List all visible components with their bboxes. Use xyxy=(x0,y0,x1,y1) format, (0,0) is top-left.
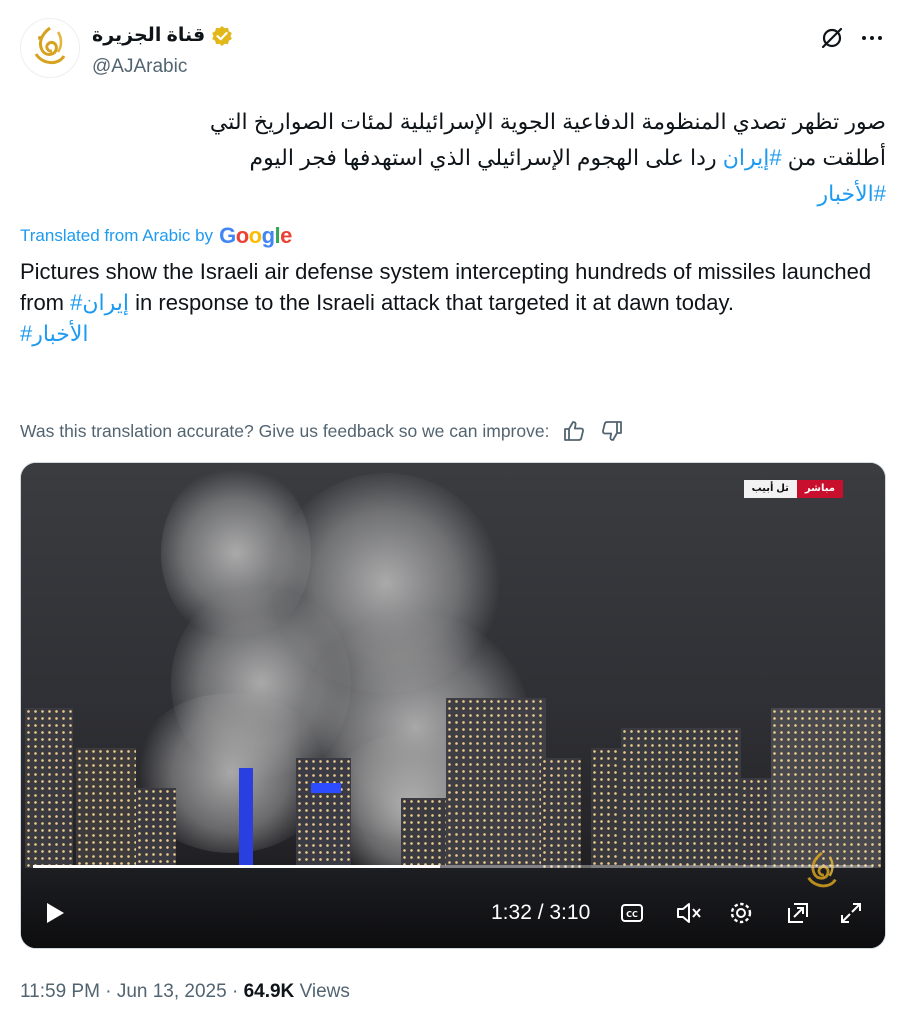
hashtag-link[interactable]: #إيران xyxy=(70,290,129,315)
live-label: مباشر xyxy=(796,480,843,498)
thumbs-down-icon[interactable] xyxy=(599,418,625,444)
video-controls: 1:32 / 3:10 CC xyxy=(21,894,885,932)
hashtag-link[interactable]: #الأخبار xyxy=(818,181,886,206)
building xyxy=(25,708,73,878)
verified-badge-icon xyxy=(212,25,232,46)
tweet-meta: 11:59 PM · Jun 13, 2025 · 64.9K Views xyxy=(20,981,350,1003)
tweet-text-arabic: صور تظهر تصدي المنظومة الدفاعية الجوية ا… xyxy=(26,104,886,212)
tweet-line-1: صور تظهر تصدي المنظومة الدفاعية الجوية ا… xyxy=(209,109,886,134)
tweet-text-segment: أطلقت من xyxy=(781,145,886,170)
account-handle[interactable]: @AJArabic xyxy=(92,56,187,78)
tweet-date[interactable]: Jun 13, 2025 xyxy=(117,981,227,1002)
al-jazeera-logo-icon xyxy=(34,26,66,64)
separator-dot: · xyxy=(231,981,244,1002)
tweet-text-segment: ردا على الهجوم الإسرائيلي الذي استهدفها … xyxy=(249,145,723,170)
video-progress-bar[interactable] xyxy=(33,865,873,868)
more-icon[interactable] xyxy=(858,24,886,52)
volume-muted-icon[interactable] xyxy=(671,896,705,930)
building xyxy=(239,768,253,878)
translation-attribution: Translated from Arabic by Google xyxy=(20,223,292,249)
tweet-line-2: أطلقت من #إيران ردا على الهجوم الإسرائيل… xyxy=(26,140,886,176)
hashtag-link[interactable]: #إيران xyxy=(723,145,782,170)
translation-label: Translated from Arabic by xyxy=(20,226,214,245)
al-jazeera-watermark-icon xyxy=(807,851,837,888)
grok-icon[interactable] xyxy=(818,24,846,52)
location-label: تل أبيب xyxy=(743,480,797,498)
translated-segment: in response to the Israeli attack that t… xyxy=(129,290,734,315)
live-badge: مباشر تل أبيب xyxy=(743,480,843,498)
account-name-row: قناة الجزيرة xyxy=(92,24,233,47)
building-light xyxy=(311,783,341,793)
video-time: 1:32 / 3:10 xyxy=(491,901,591,924)
video-progress-fill xyxy=(33,865,440,868)
svg-text:CC: CC xyxy=(626,910,638,919)
building xyxy=(621,728,741,878)
video-player[interactable]: مباشر تل أبيب 1:32 / 3:10 CC xyxy=(20,462,886,949)
thumbs-up-icon[interactable] xyxy=(561,418,587,444)
views-count: 64.9K xyxy=(243,981,295,1002)
translation-feedback: Was this translation accurate? Give us f… xyxy=(20,418,625,444)
building xyxy=(741,778,771,878)
tweet-line-3: #الأخبار xyxy=(26,176,886,212)
captions-icon[interactable]: CC xyxy=(615,896,649,930)
settings-icon[interactable] xyxy=(724,896,758,930)
picture-in-picture-icon[interactable] xyxy=(781,896,815,930)
translated-paragraph: Pictures show the Israeli air defense sy… xyxy=(20,256,890,318)
google-logo: Google xyxy=(219,223,292,248)
building xyxy=(541,758,581,878)
feedback-prompt: Was this translation accurate? Give us f… xyxy=(20,420,550,441)
hashtag-link[interactable]: #الأخبار xyxy=(20,321,88,346)
tweet-time[interactable]: 11:59 PM xyxy=(20,981,100,1002)
views-label: Views xyxy=(299,981,350,1002)
play-icon[interactable] xyxy=(37,896,71,930)
fullscreen-icon[interactable] xyxy=(834,896,868,930)
display-name[interactable]: قناة الجزيرة xyxy=(92,24,205,47)
building xyxy=(446,698,546,878)
building xyxy=(296,758,351,878)
avatar[interactable] xyxy=(20,18,80,78)
translated-text: Pictures show the Israeli air defense sy… xyxy=(20,256,890,349)
separator-dot: · xyxy=(105,981,117,1002)
building xyxy=(76,748,136,878)
translated-hashtag-line: #الأخبار xyxy=(20,318,890,349)
